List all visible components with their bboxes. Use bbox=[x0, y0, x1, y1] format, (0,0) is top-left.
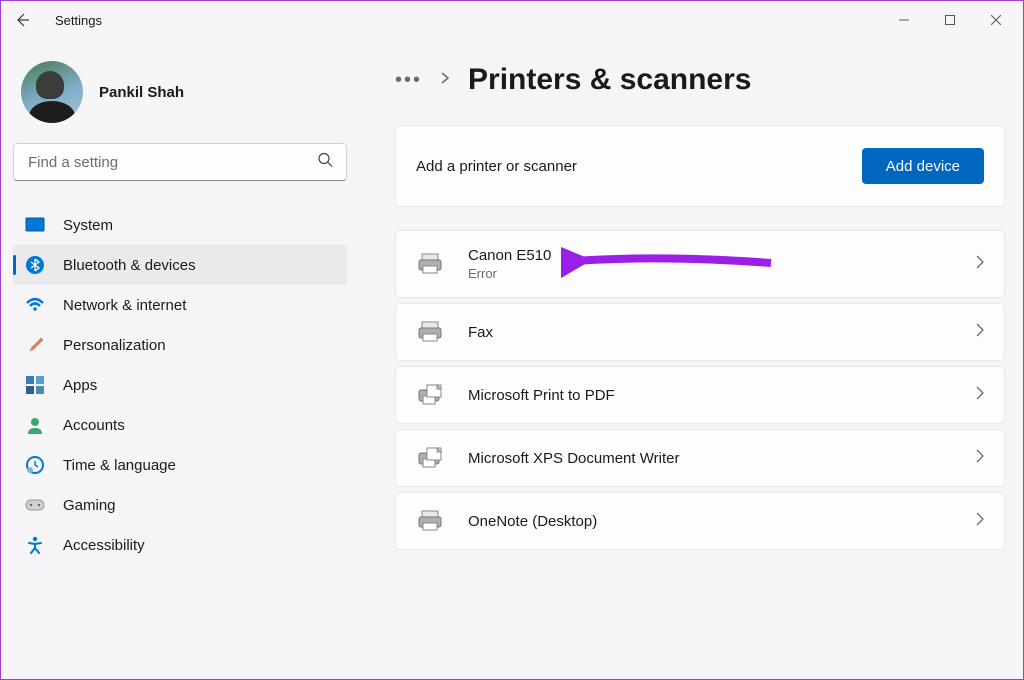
brush-icon bbox=[25, 335, 45, 355]
user-icon bbox=[25, 415, 45, 435]
nav-label: Accounts bbox=[63, 417, 125, 434]
nav-network[interactable]: Network & internet bbox=[13, 285, 347, 325]
chevron-right-icon bbox=[976, 512, 984, 531]
clock-icon bbox=[25, 455, 45, 475]
maximize-button[interactable] bbox=[927, 5, 973, 35]
user-profile[interactable]: Pankil Shah bbox=[13, 49, 347, 143]
maximize-icon bbox=[945, 15, 955, 25]
printer-icon bbox=[416, 320, 444, 344]
device-name: OneNote (Desktop) bbox=[468, 513, 952, 530]
device-row-xps[interactable]: Microsoft XPS Document Writer bbox=[395, 429, 1005, 487]
nav-system[interactable]: System bbox=[13, 205, 347, 245]
wifi-icon bbox=[25, 295, 45, 315]
add-device-card: Add a printer or scanner Add device bbox=[395, 125, 1005, 207]
search-container bbox=[13, 143, 347, 181]
nav-label: Time & language bbox=[63, 457, 176, 474]
chevron-right-icon bbox=[440, 71, 450, 90]
user-name: Pankil Shah bbox=[99, 84, 184, 101]
nav-bluetooth-devices[interactable]: Bluetooth & devices bbox=[13, 245, 347, 285]
minimize-button[interactable] bbox=[881, 5, 927, 35]
search-icon bbox=[317, 152, 333, 173]
page-title: Printers & scanners bbox=[468, 63, 751, 97]
device-name: Microsoft XPS Document Writer bbox=[468, 450, 952, 467]
device-name: Canon E510 bbox=[468, 247, 952, 264]
nav-list: System Bluetooth & devices Network & int… bbox=[13, 205, 347, 565]
nav-label: Network & internet bbox=[63, 297, 186, 314]
breadcrumb: ••• Printers & scanners bbox=[395, 63, 1005, 97]
content-area: ••• Printers & scanners Add a printer or… bbox=[359, 39, 1023, 679]
device-row-fax[interactable]: Fax bbox=[395, 303, 1005, 361]
sidebar: Pankil Shah System Bluetooth & devices N… bbox=[1, 39, 359, 679]
bluetooth-icon bbox=[25, 255, 45, 275]
chevron-right-icon bbox=[976, 323, 984, 342]
breadcrumb-more[interactable]: ••• bbox=[395, 69, 422, 92]
search-input[interactable] bbox=[13, 143, 347, 181]
app-title: Settings bbox=[55, 13, 102, 28]
nav-label: Accessibility bbox=[63, 537, 145, 554]
avatar bbox=[21, 61, 83, 123]
nav-label: Gaming bbox=[63, 497, 116, 514]
gamepad-icon bbox=[25, 495, 45, 515]
nav-accessibility[interactable]: Accessibility bbox=[13, 525, 347, 565]
add-device-button[interactable]: Add device bbox=[862, 148, 984, 184]
printer-icon bbox=[416, 252, 444, 276]
chevron-right-icon bbox=[976, 255, 984, 274]
nav-label: Bluetooth & devices bbox=[63, 257, 196, 274]
nav-apps[interactable]: Apps bbox=[13, 365, 347, 405]
system-icon bbox=[25, 215, 45, 235]
arrow-left-icon bbox=[14, 12, 30, 28]
window-controls bbox=[881, 5, 1019, 35]
printer-icon bbox=[416, 383, 444, 407]
nav-label: Personalization bbox=[63, 337, 166, 354]
nav-time-language[interactable]: Time & language bbox=[13, 445, 347, 485]
close-button[interactable] bbox=[973, 5, 1019, 35]
nav-label: System bbox=[63, 217, 113, 234]
nav-label: Apps bbox=[63, 377, 97, 394]
titlebar: Settings bbox=[1, 1, 1023, 39]
add-device-label: Add a printer or scanner bbox=[416, 158, 577, 175]
nav-gaming[interactable]: Gaming bbox=[13, 485, 347, 525]
printer-icon bbox=[416, 446, 444, 470]
back-button[interactable] bbox=[13, 11, 31, 29]
chevron-right-icon bbox=[976, 449, 984, 468]
device-name: Microsoft Print to PDF bbox=[468, 387, 952, 404]
device-row-onenote[interactable]: OneNote (Desktop) bbox=[395, 492, 1005, 550]
device-status: Error bbox=[468, 266, 952, 281]
accessibility-icon bbox=[25, 535, 45, 555]
apps-icon bbox=[25, 375, 45, 395]
close-icon bbox=[991, 15, 1001, 25]
minimize-icon bbox=[899, 15, 909, 25]
nav-accounts[interactable]: Accounts bbox=[13, 405, 347, 445]
device-row-pdf[interactable]: Microsoft Print to PDF bbox=[395, 366, 1005, 424]
printer-icon bbox=[416, 509, 444, 533]
device-row-canon[interactable]: Canon E510 Error bbox=[395, 230, 1005, 298]
nav-personalization[interactable]: Personalization bbox=[13, 325, 347, 365]
chevron-right-icon bbox=[976, 386, 984, 405]
device-name: Fax bbox=[468, 324, 952, 341]
